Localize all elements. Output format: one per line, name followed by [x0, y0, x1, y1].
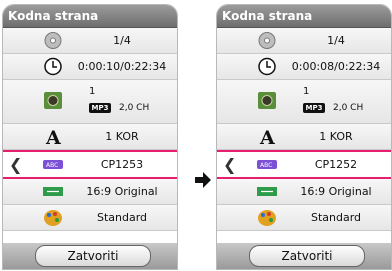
code-page-row[interactable]: ❮ ABC CP1253 [3, 150, 177, 179]
close-button[interactable]: Zatvoriti [249, 245, 365, 267]
aspect-value: 16:9 Original [86, 185, 158, 198]
disc-icon [44, 32, 62, 49]
aspect-row[interactable]: 16:9 Original [3, 179, 177, 205]
subtitle-language-value: 1 KOR [105, 130, 139, 143]
time-value: 0:00:10/0:22:34 [77, 60, 167, 73]
audio-channels: 2,0 CH [119, 103, 150, 113]
code-page-value: CP1252 [314, 158, 358, 171]
settings-panel-before: Kodna strana 1/4 0:00:10/0:22:34 1 MP3 2… [2, 4, 178, 270]
aspect-row[interactable]: 16:9 Original [217, 179, 391, 205]
title-value: 1/4 [327, 34, 345, 47]
palette-icon [258, 210, 276, 226]
speaker-icon [44, 92, 62, 109]
svg-text:A: A [45, 127, 61, 146]
subtitle-language-row[interactable]: A 1 KOR [3, 124, 177, 150]
audio-channels: 2,0 CH [333, 103, 364, 113]
arrow-right-icon [195, 172, 211, 188]
picture-mode-row[interactable]: Standard [3, 205, 177, 231]
panel-title: Kodna strana [217, 5, 391, 28]
aspect-ratio-icon [257, 187, 277, 196]
close-button[interactable]: Zatvoriti [35, 245, 151, 267]
audio-row[interactable]: 1 MP3 2,0 CH [217, 80, 391, 124]
title-row[interactable]: 1/4 [3, 28, 177, 54]
svg-text:A: A [259, 127, 275, 146]
speaker-icon [258, 92, 276, 109]
subtitle-language-row[interactable]: A 1 KOR [217, 124, 391, 150]
audio-row[interactable]: 1 MP3 2,0 CH [3, 80, 177, 124]
aspect-ratio-icon [43, 187, 63, 196]
audio-track: 1 [89, 86, 96, 97]
settings-panel-after: Kodna strana 1/4 0:00:08/0:22:34 1 MP3 2… [216, 4, 392, 270]
title-value: 1/4 [113, 34, 131, 47]
time-row[interactable]: 0:00:10/0:22:34 [3, 54, 177, 80]
palette-icon [44, 210, 62, 226]
panel-title: Kodna strana [3, 5, 177, 28]
code-page-row[interactable]: ❮ ABC CP1252 [217, 150, 391, 179]
font-a-icon: A [259, 127, 275, 146]
subtitle-language-value: 1 KOR [319, 130, 353, 143]
font-a-icon: A [45, 127, 61, 146]
time-value: 0:00:08/0:22:34 [291, 60, 381, 73]
code-page-value: CP1253 [100, 158, 144, 171]
svg-text:ABC: ABC [260, 162, 272, 169]
abc-subtitle-icon: ABC [257, 160, 277, 169]
svg-text:ABC: ABC [46, 162, 58, 169]
time-row[interactable]: 0:00:08/0:22:34 [217, 54, 391, 80]
mp3-badge: MP3 [303, 103, 325, 113]
title-row[interactable]: 1/4 [217, 28, 391, 54]
picture-mode-value: Standard [310, 211, 362, 224]
mp3-badge: MP3 [89, 103, 111, 113]
chevron-left-icon[interactable]: ❮ [223, 155, 236, 174]
picture-mode-value: Standard [96, 211, 148, 224]
audio-track: 1 [303, 86, 310, 97]
disc-icon [258, 32, 276, 49]
picture-mode-row[interactable]: Standard [217, 205, 391, 231]
clock-icon [258, 57, 276, 76]
chevron-left-icon[interactable]: ❮ [9, 155, 22, 174]
clock-icon [44, 57, 62, 76]
aspect-value: 16:9 Original [300, 185, 372, 198]
abc-subtitle-icon: ABC [43, 160, 63, 169]
